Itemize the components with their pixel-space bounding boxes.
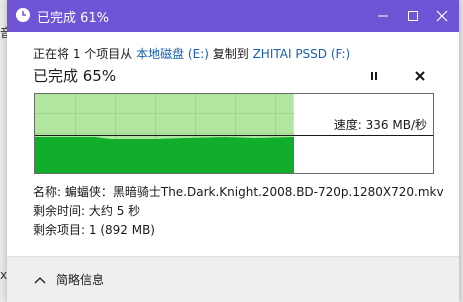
minimize-button[interactable] — [368, 0, 398, 32]
pause-button[interactable] — [365, 67, 383, 85]
speed-label: 速度: 336 MB/秒 — [331, 116, 429, 133]
items-remaining-row: 剩余项目: 1 (892 MB) — [33, 221, 155, 238]
fewer-details-toggle[interactable]: 简略信息 — [34, 271, 104, 288]
speed-history-area — [35, 137, 294, 173]
chevron-up-icon — [34, 276, 46, 283]
items-remaining-label: 剩余项目: — [33, 223, 86, 237]
time-remaining-label: 剩余时间: — [33, 204, 86, 218]
maximize-button[interactable] — [398, 0, 428, 32]
fewer-details-label: 简略信息 — [56, 273, 105, 287]
background-strip-right — [459, 0, 463, 302]
destination-link[interactable]: ZHITAI PSSD (F:) — [253, 47, 351, 61]
title-bar[interactable]: 已完成 61% — [7, 0, 459, 32]
minimize-icon — [378, 15, 388, 17]
dialog-content: 正在将 1 个项目从 本地磁盘 (E:) 复制到 ZHITAI PSSD (F:… — [7, 32, 459, 302]
cancel-button[interactable] — [411, 67, 429, 85]
progress-percent: 已完成 65% — [33, 67, 117, 85]
copy-progress-dialog: 已完成 61% 正在将 1 个项目从 本地磁盘 (E:) 复制到 ZHITAI … — [7, 0, 459, 302]
window-title: 已完成 61% — [37, 11, 110, 26]
time-remaining-value: 大约 5 秒 — [88, 204, 141, 218]
file-name-row: 名称: 蝙蝠侠：黑暗骑士The.Dark.Knight.2008.BD-720p… — [33, 183, 444, 200]
close-button[interactable] — [427, 0, 457, 32]
time-remaining-row: 剩余时间: 大约 5 秒 — [33, 202, 140, 219]
copy-prefix: 正在将 1 个项目从 — [33, 47, 133, 61]
dialog-footer: 简略信息 — [7, 256, 459, 302]
file-name-value: 蝙蝠侠：黑暗骑士The.Dark.Knight.2008.BD-720p.128… — [64, 185, 444, 199]
cancel-icon — [415, 71, 425, 81]
background-strip-left — [0, 0, 7, 302]
speed-graph: 速度: 336 MB/秒 — [34, 93, 434, 174]
items-remaining-value: 1 (892 MB) — [88, 223, 155, 237]
maximize-icon — [408, 11, 418, 21]
pause-icon — [371, 72, 377, 80]
source-link[interactable]: 本地磁盘 (E:) — [136, 47, 209, 61]
copy-description: 正在将 1 个项目从 本地磁盘 (E:) 复制到 ZHITAI PSSD (F:… — [33, 45, 350, 62]
copy-middle: 复制到 — [212, 47, 249, 61]
close-icon — [436, 10, 448, 22]
clock-icon — [15, 7, 31, 23]
file-name-label: 名称: — [33, 185, 62, 199]
